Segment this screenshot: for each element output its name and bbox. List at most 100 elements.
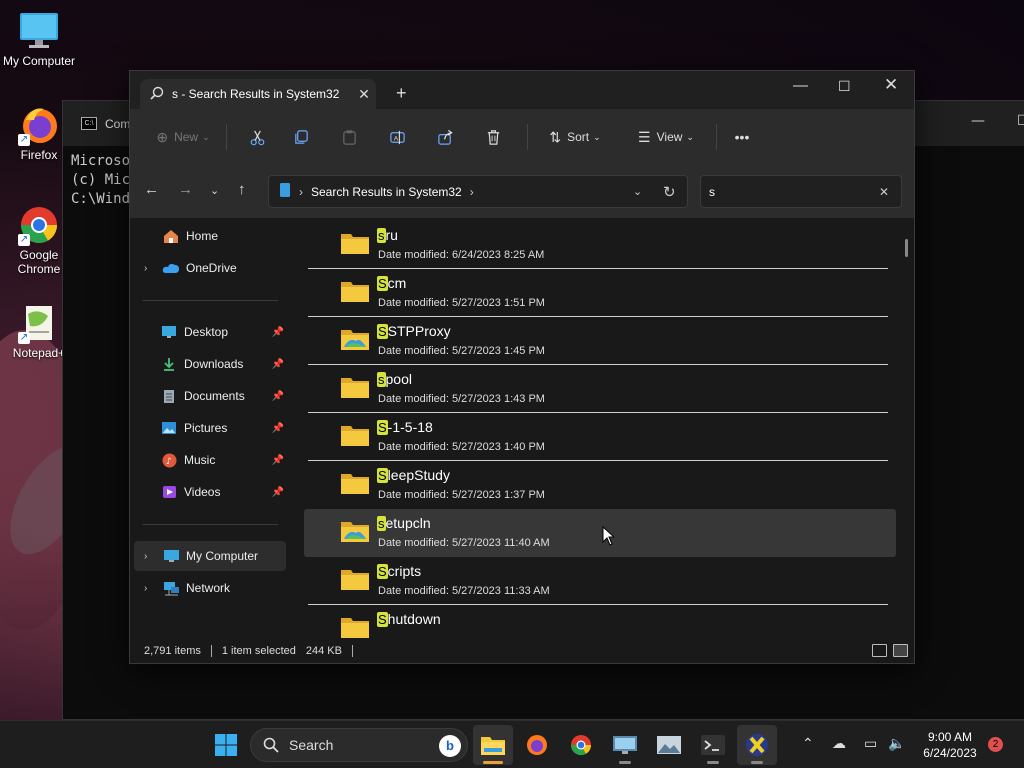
scrollbar-thumb[interactable] <box>905 239 908 257</box>
list-item[interactable]: SSTPProxy Date modified: 5/27/2023 1:45 P… <box>304 317 896 365</box>
address-bar[interactable]: › Search Results in System32 › ⌄ ↻ <box>268 175 688 208</box>
taskbar-xming[interactable] <box>737 725 777 765</box>
pin-icon[interactable]: 📌 <box>272 359 284 370</box>
item-name: setupcln <box>377 515 431 531</box>
cut-button[interactable] <box>237 121 277 153</box>
list-item[interactable]: Shutdown <box>304 605 896 639</box>
share-button[interactable] <box>421 121 469 153</box>
item-date-modified: Date modified: 5/27/2023 1:40 PM <box>378 441 545 453</box>
recent-locations-chevron-icon[interactable]: ⌄ <box>210 184 219 197</box>
breadcrumb-separator-icon: › <box>299 184 303 199</box>
sort-button[interactable]: ⇅ Sort ⌄ <box>538 121 612 153</box>
folder-icon <box>340 375 370 399</box>
address-dropdown-icon[interactable]: ⌄ <box>633 185 642 198</box>
taskbar-terminal[interactable] <box>693 725 733 765</box>
folder-icon <box>340 279 370 303</box>
explorer-titlebar[interactable]: s - Search Results in System32 ✕ + — ☐ ✕ <box>130 71 914 109</box>
cmd-maximize-button[interactable]: ☐ <box>1017 113 1024 129</box>
start-button[interactable] <box>206 725 246 765</box>
list-item[interactable]: Scm Date modified: 5/27/2023 1:51 PM <box>304 269 896 317</box>
sidebar-item-home[interactable]: Home <box>134 221 286 251</box>
taskbar-chrome[interactable] <box>561 725 601 765</box>
close-window-button[interactable]: ✕ <box>884 75 898 95</box>
breadcrumb-search-results[interactable]: Search Results in System32 <box>311 185 462 199</box>
expand-chevron-icon[interactable]: › <box>144 583 147 594</box>
more-options-button[interactable]: ••• <box>727 121 757 153</box>
command-bar: ⊕ New ⌄ A ⇅ Sort ⌄ ☰ View ⌄ ••• <box>130 109 914 165</box>
sidebar-item-my-computer[interactable]: › My Computer <box>134 541 286 571</box>
pin-icon[interactable]: 📌 <box>272 455 284 466</box>
taskbar-remote-desktop[interactable] <box>605 725 645 765</box>
taskbar-firefox[interactable] <box>517 725 557 765</box>
file-explorer-window[interactable]: s - Search Results in System32 ✕ + — ☐ ✕… <box>129 70 915 664</box>
paste-button[interactable] <box>325 121 373 153</box>
onedrive-offline-icon[interactable]: ☁ <box>832 735 846 752</box>
list-item[interactable]: S-1-5-18 Date modified: 5/27/2023 1:40 PM <box>304 413 896 461</box>
x-app-icon <box>746 734 768 756</box>
view-button[interactable]: ☰ View ⌄ <box>626 121 706 153</box>
sidebar-item-videos[interactable]: Videos 📌 <box>134 477 286 507</box>
item-date-modified: Date modified: 5/27/2023 11:33 AM <box>378 585 550 597</box>
cloud-icon <box>162 260 180 276</box>
network-icon <box>162 580 180 596</box>
item-count: 2,791 items <box>144 645 201 657</box>
match-highlight: S <box>377 612 388 627</box>
music-icon: ♪ <box>160 452 178 468</box>
minimize-button[interactable]: — <box>793 77 808 94</box>
sidebar-item-documents[interactable]: Documents 📌 <box>134 381 286 411</box>
tab-search-results[interactable]: s - Search Results in System32 ✕ <box>140 79 376 109</box>
close-tab-icon[interactable]: ✕ <box>352 86 376 103</box>
rename-button[interactable]: A <box>373 121 421 153</box>
list-item[interactable]: SleepStudy Date modified: 5/27/2023 1:37 … <box>304 461 896 509</box>
cmd-title: Com <box>105 116 131 131</box>
folder-icon <box>340 471 370 495</box>
list-item[interactable]: setupcln Date modified: 5/27/2023 11:40 A… <box>304 509 896 557</box>
expand-chevron-icon[interactable]: › <box>144 551 147 562</box>
item-name: Scripts <box>377 563 422 579</box>
sidebar-item-desktop[interactable]: Desktop 📌 <box>134 317 286 347</box>
notification-badge[interactable]: 2 <box>988 737 1003 752</box>
item-date-modified: Date modified: 5/27/2023 11:40 AM <box>378 537 550 549</box>
view-list-icon: ☰ <box>638 128 651 145</box>
up-arrow-icon[interactable]: ↑ <box>238 181 246 198</box>
delete-button[interactable] <box>469 121 517 153</box>
taskbar-search[interactable]: Search b <box>250 728 468 762</box>
clock[interactable]: 9:00 AM 6/24/2023 <box>918 729 982 761</box>
network-status-icon[interactable]: ▭ <box>864 735 877 752</box>
taskbar-photos[interactable] <box>649 725 689 765</box>
sidebar-item-onedrive[interactable]: › OneDrive <box>134 253 286 283</box>
show-hidden-icons-icon[interactable]: ⌃ <box>802 735 814 752</box>
pin-icon[interactable]: 📌 <box>272 423 284 434</box>
tiles-view-icon[interactable] <box>893 644 908 657</box>
sidebar-item-downloads[interactable]: Downloads 📌 <box>134 349 286 379</box>
plus-circle-icon: ⊕ <box>156 128 169 145</box>
clear-search-icon[interactable]: ✕ <box>879 185 889 199</box>
back-arrow-icon[interactable]: ← <box>144 181 159 198</box>
pin-icon[interactable]: 📌 <box>272 487 284 498</box>
match-highlight: s <box>377 372 386 387</box>
forward-arrow-icon[interactable]: → <box>178 181 193 198</box>
new-button[interactable]: ⊕ New ⌄ <box>150 121 216 153</box>
search-input[interactable]: s ✕ <box>700 175 902 208</box>
bing-icon[interactable]: b <box>439 735 461 757</box>
sidebar-item-network[interactable]: › Network <box>134 573 286 603</box>
item-name: SSTPProxy <box>377 323 451 339</box>
sidebar-item-pictures[interactable]: Pictures 📌 <box>134 413 286 443</box>
sidebar-item-music[interactable]: ♪ Music 📌 <box>134 445 286 475</box>
taskbar-file-explorer[interactable] <box>473 725 513 765</box>
pin-icon[interactable]: 📌 <box>272 391 284 402</box>
volume-icon[interactable]: 🔈 <box>888 735 905 752</box>
list-item[interactable]: sru Date modified: 6/24/2023 8:25 AM <box>304 221 896 269</box>
maximize-button[interactable]: ☐ <box>838 78 851 95</box>
new-tab-button[interactable]: + <box>396 83 407 104</box>
list-item[interactable]: spool Date modified: 5/27/2023 1:43 PM <box>304 365 896 413</box>
details-view-icon[interactable] <box>872 644 887 657</box>
desktop-icon-my-computer[interactable]: My Computer <box>0 10 78 68</box>
cmd-minimize-button[interactable]: — <box>971 113 985 129</box>
copy-button[interactable] <box>277 121 325 153</box>
expand-chevron-icon[interactable]: › <box>144 263 147 274</box>
pin-icon[interactable]: 📌 <box>272 327 284 338</box>
mouse-cursor-icon <box>602 526 614 546</box>
list-item[interactable]: Scripts Date modified: 5/27/2023 11:33 AM <box>304 557 896 605</box>
refresh-icon[interactable]: ↻ <box>663 183 676 201</box>
